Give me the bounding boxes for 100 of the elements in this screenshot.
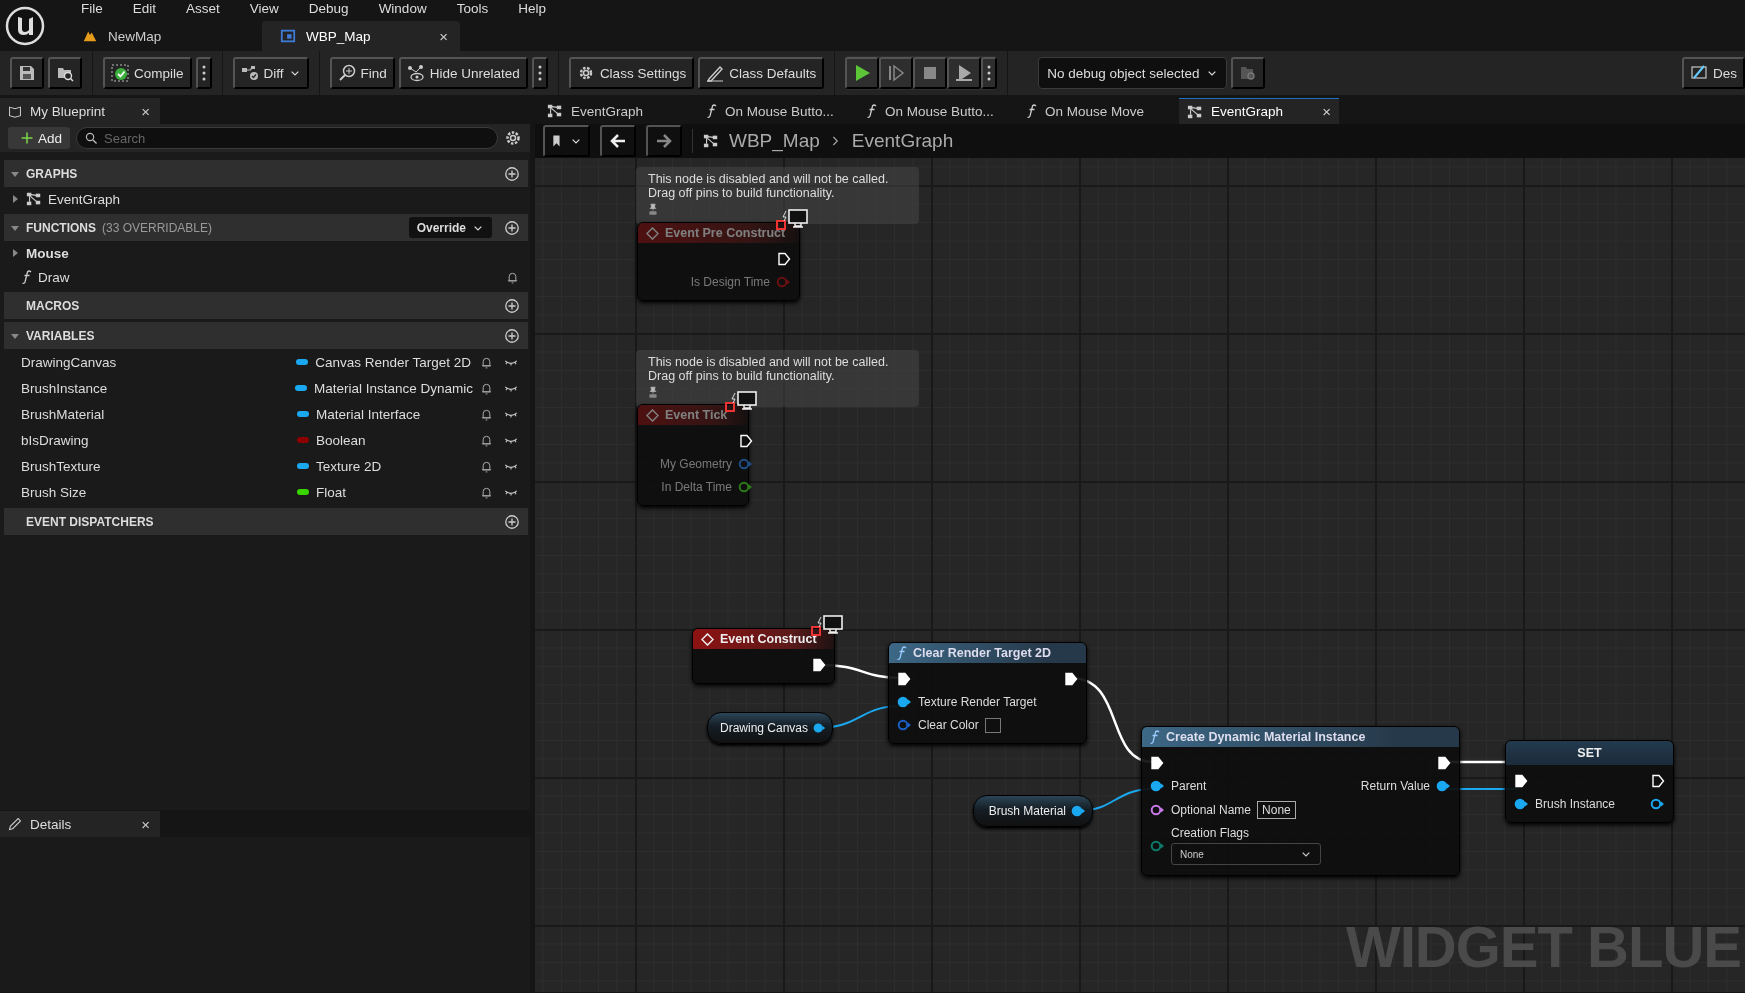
- menu-item[interactable]: Window: [363, 1, 442, 16]
- exec-pin-icon[interactable]: [897, 672, 911, 686]
- bookmark-button[interactable]: [543, 125, 590, 157]
- variable-item[interactable]: BrushMaterial Material Interface: [0, 401, 530, 427]
- play-button[interactable]: [845, 57, 880, 89]
- play-icon: [853, 64, 872, 82]
- add-icon: [504, 165, 520, 182]
- close-button[interactable]: ×: [439, 27, 448, 45]
- menu-item[interactable]: Debug: [293, 1, 364, 16]
- function-icon: [867, 104, 877, 118]
- compile-button[interactable]: Compile: [103, 57, 192, 89]
- override-dropdown[interactable]: Override: [408, 217, 492, 238]
- add-icon: [504, 297, 520, 314]
- close-button[interactable]: ×: [141, 102, 150, 120]
- forward-arrow-icon: [654, 132, 674, 150]
- data-pin-icon[interactable]: [1514, 798, 1529, 810]
- tab-label: On Mouse Move: [1045, 103, 1145, 119]
- exec-pin-icon[interactable]: [1150, 756, 1164, 770]
- function-item[interactable]: Draw: [0, 265, 530, 289]
- blueprint-node[interactable]: Create Dynamic Material Instance Parent Optional Name None Creation Flags None Return Value: [1141, 726, 1460, 876]
- settings-button[interactable]: Class Settings: [568, 57, 695, 89]
- variable-type: Boolean: [315, 432, 366, 448]
- variable-node[interactable]: Brush Material: [973, 795, 1093, 827]
- variable-item[interactable]: Brush Size Float: [0, 479, 530, 505]
- data-pin-icon[interactable]: [1650, 798, 1665, 810]
- data-pin-icon[interactable]: [1150, 780, 1165, 792]
- section-title: VARIABLES: [26, 328, 95, 343]
- variable-node[interactable]: Drawing Canvas: [707, 712, 833, 744]
- graph-tab[interactable]: On Mouse Move: [1019, 98, 1179, 124]
- menu-item[interactable]: View: [234, 1, 294, 16]
- hide-button[interactable]: Hide Unrelated: [398, 57, 528, 89]
- menu-item[interactable]: File: [66, 1, 118, 16]
- variable-item[interactable]: DrawingCanvas Canvas Render Target 2D: [0, 349, 530, 375]
- variable-item[interactable]: BrushTexture Texture 2D: [0, 453, 530, 479]
- diff-button[interactable]: Diff: [232, 57, 309, 89]
- add-button[interactable]: Add: [8, 127, 71, 149]
- save-button[interactable]: [10, 57, 44, 89]
- close-button[interactable]: ×: [1322, 103, 1331, 120]
- expander-arrow-icon[interactable]: [10, 248, 20, 258]
- add-icon: [504, 327, 520, 344]
- stop-button[interactable]: [913, 57, 948, 89]
- menu-item[interactable]: Tools: [441, 1, 504, 16]
- eject-button[interactable]: [947, 57, 982, 89]
- close-button[interactable]: ×: [141, 815, 150, 833]
- blueprint-node[interactable]: Clear Render Target 2D Texture Render Target Clear Color: [888, 642, 1087, 744]
- input-field[interactable]: None: [1257, 801, 1296, 819]
- defaults-button[interactable]: Class Defaults: [698, 57, 825, 89]
- section-header[interactable]: GRAPHS: [4, 160, 528, 187]
- data-pin-icon[interactable]: [1071, 805, 1086, 817]
- eject-icon: [955, 64, 974, 82]
- variable-item[interactable]: bIsDrawing Boolean: [0, 427, 530, 453]
- node-title: Drawing Canvas: [720, 721, 809, 735]
- advance-button[interactable]: [879, 57, 914, 89]
- section-header[interactable]: FUNCTIONS (33 OVERRIDABLE) Override: [4, 214, 528, 241]
- data-pin-icon[interactable]: [1436, 780, 1451, 792]
- variable-item[interactable]: BrushInstance Material Instance Dynamic: [0, 375, 530, 401]
- debug-object-dropdown[interactable]: No debug object selected: [1038, 57, 1227, 89]
- more-options-button[interactable]: [981, 57, 998, 89]
- graph-tab[interactable]: EventGraph ×: [1179, 98, 1339, 124]
- menu-item[interactable]: Edit: [117, 1, 172, 16]
- debug-browse-button[interactable]: [1230, 57, 1265, 89]
- more-options-button[interactable]: [531, 57, 548, 89]
- breadcrumb-item[interactable]: WBP_Map: [729, 130, 820, 152]
- blueprint-node[interactable]: Event Construct: [692, 628, 835, 684]
- category-item[interactable]: Mouse: [0, 241, 530, 265]
- document-tab[interactable]: NewMap: [64, 21, 262, 51]
- blueprint-node[interactable]: SET Brush Instance: [1505, 740, 1674, 823]
- graph-tab[interactable]: On Mouse Butto...: [699, 98, 859, 124]
- section-header[interactable]: VARIABLES: [4, 322, 528, 349]
- graph-item[interactable]: EventGraph: [0, 187, 530, 211]
- exec-pin-icon[interactable]: [1514, 774, 1528, 788]
- menu-item[interactable]: Asset: [171, 1, 235, 16]
- exec-pin-icon[interactable]: [1651, 774, 1665, 788]
- data-pin-icon[interactable]: [1150, 804, 1165, 816]
- panel-tab[interactable]: Details ×: [0, 811, 160, 837]
- menu-item[interactable]: Help: [503, 1, 561, 16]
- data-pin-icon[interactable]: [813, 722, 826, 734]
- find-button[interactable]: Find: [329, 57, 395, 89]
- breadcrumb-item[interactable]: EventGraph: [851, 130, 954, 152]
- exec-pin-icon[interactable]: [812, 658, 826, 672]
- graph-tab[interactable]: On Mouse Butto...: [859, 98, 1019, 124]
- dropdown[interactable]: None: [1171, 843, 1321, 865]
- exec-pin-icon[interactable]: [1064, 672, 1078, 686]
- browse-button[interactable]: [48, 57, 82, 89]
- variable-name: Brush Size: [21, 484, 88, 500]
- variable-type: Canvas Render Target 2D: [315, 354, 471, 370]
- expander-arrow-icon[interactable]: [10, 194, 20, 204]
- more-options-button[interactable]: [195, 57, 212, 89]
- data-pin-icon[interactable]: [897, 719, 912, 731]
- section-header[interactable]: EVENT DISPATCHERS: [4, 508, 528, 535]
- data-pin-icon[interactable]: [897, 696, 912, 708]
- color-swatch[interactable]: [984, 717, 1001, 733]
- designer-button[interactable]: Des: [1682, 57, 1745, 89]
- variable-name: BrushMaterial: [21, 406, 106, 422]
- section-header[interactable]: MACROS: [4, 292, 528, 319]
- panel-tab[interactable]: My Blueprint ×: [0, 98, 160, 124]
- document-tab[interactable]: WBP_Map ×: [262, 21, 460, 51]
- exec-pin-icon[interactable]: [1437, 756, 1451, 770]
- graph-tab[interactable]: EventGraph: [539, 98, 699, 124]
- data-pin-icon[interactable]: [1150, 839, 1165, 852]
